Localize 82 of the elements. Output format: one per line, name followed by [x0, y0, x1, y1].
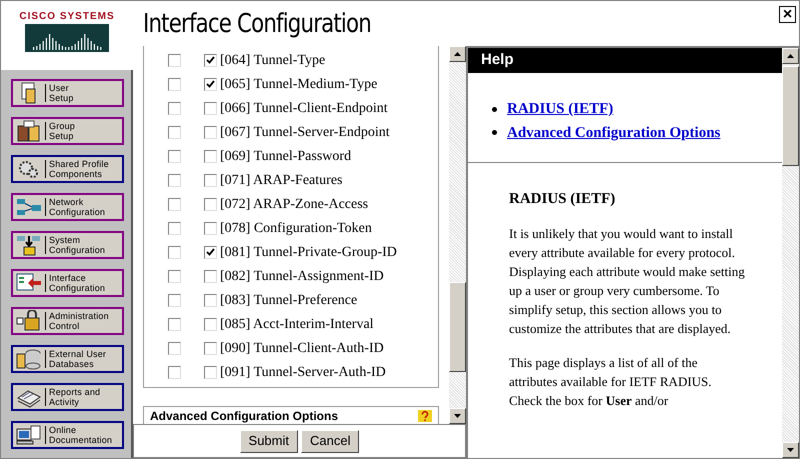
checkbox[interactable]: [204, 270, 217, 282]
nav-button[interactable]: System Configuration: [11, 231, 124, 259]
up-arrow-icon: [787, 54, 794, 58]
checkbox[interactable]: [204, 198, 217, 210]
attribute-label: [064] Tunnel-Type: [220, 52, 326, 70]
scrollbar-thumb[interactable]: [782, 66, 799, 166]
checkbox[interactable]: [204, 102, 217, 114]
nav-button[interactable]: External User Databases: [11, 345, 124, 373]
scrollbar[interactable]: [782, 48, 799, 458]
down-arrow-icon: [454, 414, 461, 418]
checkbox[interactable]: [168, 294, 181, 306]
checkbox[interactable]: [204, 294, 217, 306]
computer-icon: [16, 424, 42, 446]
attribute-label: [065] Tunnel-Medium-Type: [220, 76, 378, 94]
system-icon: [16, 234, 42, 256]
help-icon[interactable]: [418, 410, 432, 422]
logo-bars-icon: [25, 24, 109, 52]
nav-button[interactable]: Group Setup: [11, 117, 124, 145]
attribute-label: [090] Tunnel-Client-Auth-ID: [220, 340, 384, 358]
attribute-label: [066] Tunnel-Client-Endpoint: [220, 100, 388, 118]
checkbox[interactable]: [204, 150, 217, 162]
attribute-label: [071] ARAP-Features: [220, 172, 342, 190]
help-header: Help: [468, 48, 782, 73]
nav-button[interactable]: Interface Configuration: [11, 269, 124, 297]
lock-icon: [16, 310, 42, 332]
attribute-label: [069] Tunnel-Password: [220, 148, 352, 166]
checkbox[interactable]: [168, 342, 181, 354]
checkbox[interactable]: [204, 366, 217, 378]
attribute-label: [085] Acct-Interim-Interval: [220, 316, 374, 334]
help-paragraph: This page displays a list of all of the attributes available for IETF RADIUS. Check the box for User and/or: [509, 354, 713, 410]
checkbox[interactable]: [168, 246, 181, 258]
network-icon: [16, 196, 42, 218]
checkbox[interactable]: [168, 222, 181, 234]
nav-button[interactable]: Shared Profile Components: [11, 155, 124, 183]
scrollbar[interactable]: [449, 46, 466, 424]
attribute-label: [083] Tunnel-Preference: [220, 292, 358, 310]
checkbox[interactable]: [204, 342, 217, 354]
checkbox[interactable]: [168, 126, 181, 138]
up-arrow-icon: [454, 52, 461, 56]
checkbox[interactable]: [204, 222, 217, 234]
form-button[interactable]: Submit: [240, 430, 298, 452]
form-button[interactable]: Cancel: [301, 430, 360, 452]
down-arrow-icon: [787, 448, 794, 452]
checkbox[interactable]: [168, 174, 181, 186]
help-link[interactable]: RADIUS (IETF): [507, 98, 614, 120]
nav-button[interactable]: Network Configuration: [11, 193, 124, 221]
attribute-label: [091] Tunnel-Server-Auth-ID: [220, 364, 386, 382]
checkbox[interactable]: [168, 78, 181, 90]
people-icon: [16, 120, 42, 142]
checkbox[interactable]: [204, 174, 217, 186]
nav-button[interactable]: User Setup: [11, 79, 124, 107]
checkbox[interactable]: [204, 126, 217, 138]
checkbox[interactable]: [168, 198, 181, 210]
logo-text: CISCO SYSTEMS: [19, 12, 115, 22]
bullet-icon: [492, 106, 497, 112]
help-paragraph: It is unlikely that you would want to install every attribute available for every protocol. Displaying each attribute would make setting up a user or group very cumbersome. To simplify setup, this section allows you to customize the attributes that are displayed.: [509, 225, 745, 338]
page-title: Interface Configuration: [143, 9, 371, 39]
checkbox[interactable]: [204, 54, 217, 66]
nav-button[interactable]: Reports and Activity: [11, 383, 124, 411]
scrollbar-thumb[interactable]: [449, 282, 466, 372]
help-heading: RADIUS (IETF): [509, 190, 616, 209]
checkbox[interactable]: [168, 318, 181, 330]
nav-button[interactable]: Administration Control: [11, 307, 124, 335]
checkbox[interactable]: [204, 78, 217, 90]
checkbox[interactable]: [204, 318, 217, 330]
checkbox[interactable]: [168, 102, 181, 114]
checkbox[interactable]: [168, 270, 181, 282]
close-button[interactable]: ×: [779, 6, 796, 23]
nav-button[interactable]: Online Documentation: [11, 421, 124, 449]
database-icon: [16, 348, 42, 370]
checkbox[interactable]: [204, 246, 217, 258]
attribute-label: [067] Tunnel-Server-Endpoint: [220, 124, 390, 142]
help-link[interactable]: Advanced Configuration Options: [507, 122, 720, 144]
attribute-label: [081] Tunnel-Private-Group-ID: [220, 244, 397, 262]
bullet-icon: [492, 130, 497, 136]
section-header: Advanced Configuration Options: [143, 406, 439, 424]
checkbox[interactable]: [168, 54, 181, 66]
attribute-label: [072] ARAP-Zone-Access: [220, 196, 368, 214]
attribute-label: [078] Configuration-Token: [220, 220, 372, 238]
checkbox[interactable]: [168, 150, 181, 162]
attribute-label: [082] Tunnel-Assignment-ID: [220, 268, 384, 286]
checkbox[interactable]: [168, 366, 181, 378]
